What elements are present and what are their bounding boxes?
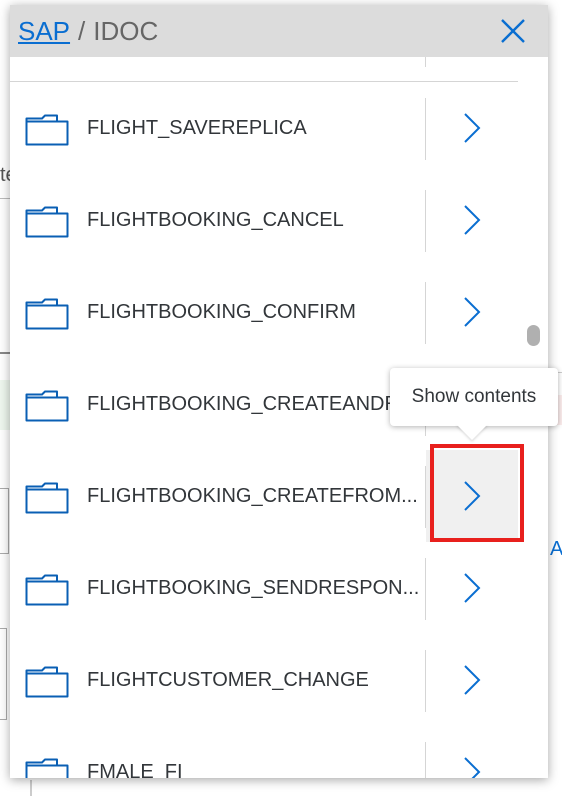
background-divider [0, 352, 10, 354]
breadcrumb-sap-link[interactable]: SAP [18, 16, 70, 47]
close-button[interactable] [500, 18, 526, 44]
background-divider [0, 198, 10, 199]
breadcrumb-current: IDOC [93, 15, 159, 46]
highlight-box [430, 444, 524, 542]
folder-icon [25, 390, 69, 422]
show-contents-button[interactable] [426, 542, 518, 634]
background-box [0, 488, 9, 554]
list-item[interactable] [10, 57, 518, 83]
show-contents-button[interactable] [426, 174, 518, 266]
show-contents-button[interactable] [426, 82, 518, 174]
folder-name: FLIGHTBOOKING_CREATEANDR... [87, 393, 416, 415]
list-item[interactable]: FMALE_FI [10, 726, 518, 778]
chevron-right-icon [464, 113, 481, 143]
background-text-fragment: A [550, 538, 562, 560]
show-contents-button[interactable] [426, 266, 518, 358]
list-item[interactable]: FLIGHTBOOKING_CONFIRM [10, 266, 518, 360]
popover-header: SAP / IDOC [10, 5, 548, 57]
tooltip-arrow [456, 424, 488, 440]
chevron-right-icon [464, 757, 481, 778]
close-icon [501, 19, 525, 43]
folder-icon [25, 114, 69, 146]
show-contents-button[interactable] [426, 634, 518, 726]
folder-icon [25, 574, 69, 606]
scrollbar-thumb[interactable] [527, 325, 540, 346]
background-box [0, 628, 7, 720]
row-divider [425, 57, 426, 67]
folder-name: FLIGHTBOOKING_CONFIRM [87, 301, 356, 323]
folder-icon [25, 482, 69, 514]
list-item[interactable]: FLIGHTCUSTOMER_CHANGE [10, 634, 518, 728]
folder-name: FMALE_FI [87, 761, 183, 778]
background-text-fragment: te [0, 164, 10, 186]
folder-name: FLIGHTBOOKING_SENDRESPON... [87, 577, 420, 599]
show-contents-tooltip: Show contents [390, 368, 558, 426]
folder-icon [25, 206, 69, 238]
chevron-right-icon [464, 205, 481, 235]
background-panel [0, 380, 10, 430]
list-item[interactable]: FLIGHTBOOKING_CANCEL [10, 174, 518, 268]
list-item[interactable]: FLIGHTBOOKING_SENDRESPON... [10, 542, 518, 636]
chevron-right-icon [464, 665, 481, 695]
chevron-right-icon [464, 297, 481, 327]
show-contents-button[interactable] [426, 726, 518, 778]
folder-name: FLIGHT_SAVEREPLICA [87, 117, 307, 139]
breadcrumb-separator: / [78, 15, 86, 46]
list-item[interactable]: FLIGHT_SAVEREPLICA [10, 82, 518, 176]
chevron-right-icon [464, 573, 481, 603]
folder-name: FLIGHTBOOKING_CANCEL [87, 209, 344, 231]
folder-name: FLIGHTCUSTOMER_CHANGE [87, 669, 369, 691]
background-divider [30, 780, 32, 796]
folder-name: FLIGHTBOOKING_CREATEFROM... [87, 485, 418, 507]
folder-icon [25, 666, 69, 698]
folder-icon [25, 758, 69, 778]
folder-icon [25, 298, 69, 330]
